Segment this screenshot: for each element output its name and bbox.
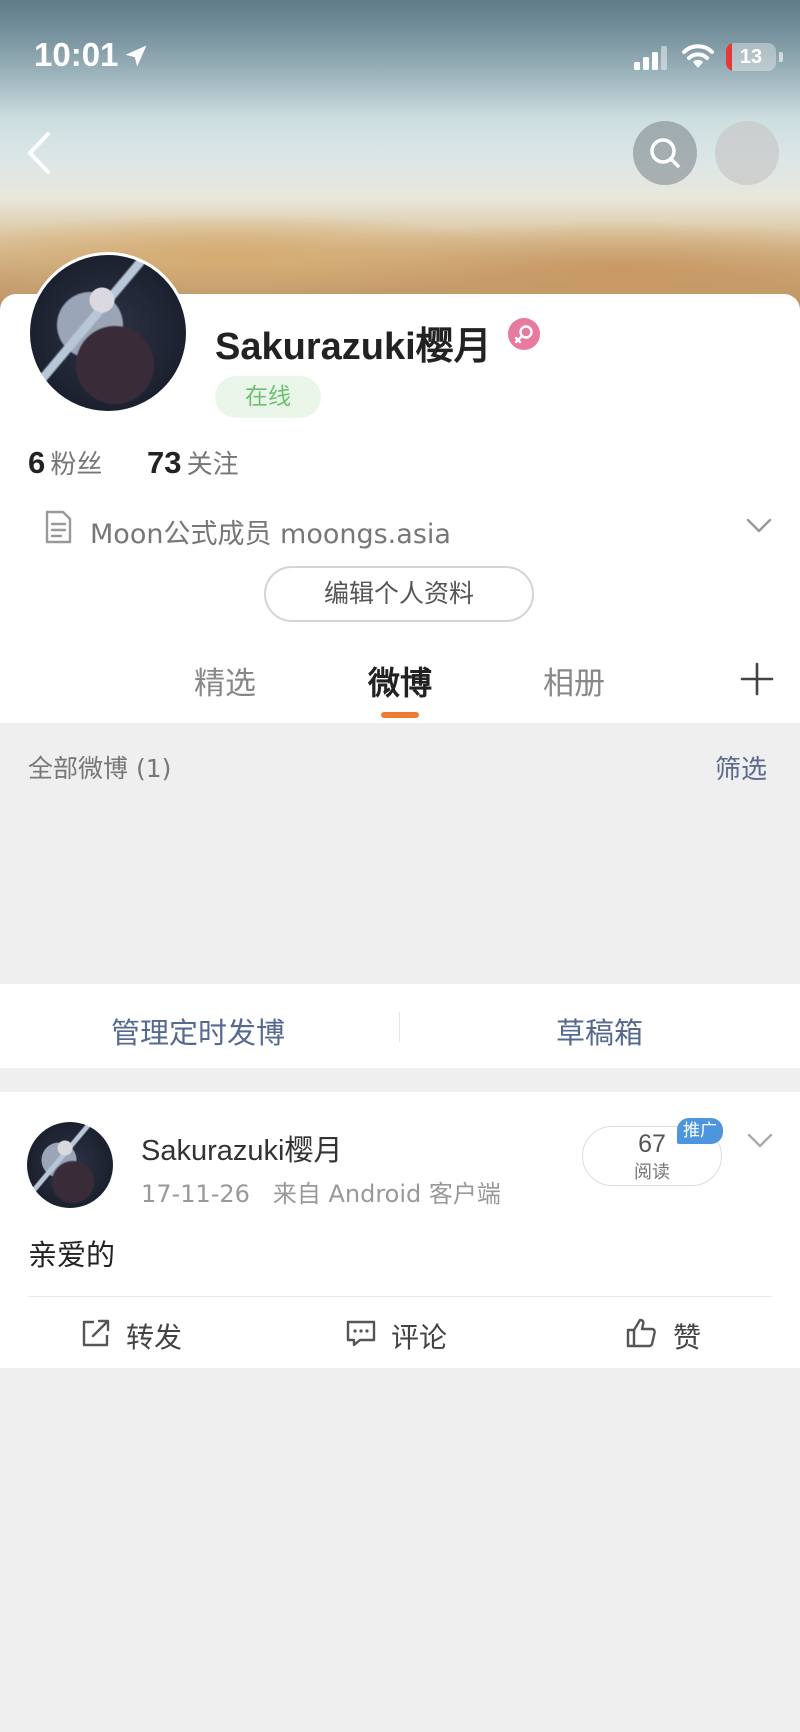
profile-name: Sakurazuki樱月 bbox=[215, 326, 492, 368]
status-time: 10:01 bbox=[34, 36, 119, 73]
tab-album[interactable]: 相册 bbox=[543, 658, 605, 703]
all-weibo-count: 全部微博 (1) bbox=[28, 754, 172, 783]
tab-weibo[interactable]: 微博 bbox=[368, 658, 432, 704]
read-label: 阅读 bbox=[634, 1162, 670, 1183]
wifi-icon bbox=[682, 44, 714, 68]
promo-badge[interactable]: 推广 bbox=[677, 1118, 723, 1144]
filter-button[interactable]: 筛选 bbox=[715, 749, 767, 786]
repost-button[interactable]: 转发 bbox=[126, 1316, 182, 1356]
back-icon[interactable] bbox=[20, 128, 60, 178]
battery-nub bbox=[779, 52, 783, 62]
repost-icon[interactable] bbox=[80, 1317, 112, 1349]
chevron-down-icon[interactable] bbox=[745, 515, 773, 537]
battery-indicator: 13 bbox=[726, 43, 776, 71]
plus-icon[interactable] bbox=[740, 662, 774, 696]
following-label: 关注 bbox=[186, 450, 239, 480]
profile-bio: Moon公式成员 moongs.asia bbox=[90, 519, 451, 550]
followers-stat[interactable]: 6 粉丝 bbox=[28, 444, 102, 481]
avatar[interactable] bbox=[27, 252, 189, 414]
like-button[interactable]: 赞 bbox=[673, 1316, 701, 1356]
search-icon bbox=[650, 138, 680, 168]
comment-icon[interactable] bbox=[345, 1317, 377, 1349]
manage-scheduled-button[interactable]: 管理定时发博 bbox=[111, 1010, 285, 1052]
battery-level: 13 bbox=[739, 46, 763, 68]
search-button[interactable] bbox=[633, 121, 697, 185]
post-text: 亲爱的 bbox=[28, 1238, 116, 1272]
followers-label: 粉丝 bbox=[50, 450, 103, 480]
comment-button[interactable]: 评论 bbox=[391, 1316, 447, 1356]
post-divider bbox=[28, 1296, 772, 1297]
tab-indicator bbox=[381, 712, 419, 718]
followers-count: 6 bbox=[28, 445, 46, 480]
post-avatar[interactable] bbox=[27, 1122, 113, 1208]
following-stat[interactable]: 73 关注 bbox=[147, 444, 239, 481]
signal-icon bbox=[634, 46, 667, 70]
drafts-button[interactable]: 草稿箱 bbox=[556, 1010, 643, 1052]
empty-feed-area bbox=[0, 1370, 800, 1732]
tab-featured[interactable]: 精选 bbox=[194, 658, 256, 703]
location-arrow-icon bbox=[125, 45, 147, 67]
post-author[interactable]: Sakurazuki樱月 bbox=[141, 1127, 342, 1169]
document-icon bbox=[45, 510, 72, 544]
chevron-down-icon[interactable] bbox=[746, 1130, 774, 1152]
like-icon[interactable] bbox=[625, 1317, 657, 1349]
post-meta: 17-11-26 来自 Android 客户端 bbox=[141, 1180, 501, 1208]
more-button[interactable] bbox=[715, 121, 779, 185]
manage-divider bbox=[399, 1012, 400, 1042]
female-icon bbox=[508, 318, 540, 350]
edit-profile-button[interactable]: 编辑个人资料 bbox=[264, 566, 534, 622]
online-status-badge: 在线 bbox=[215, 376, 321, 418]
following-count: 73 bbox=[147, 445, 182, 480]
